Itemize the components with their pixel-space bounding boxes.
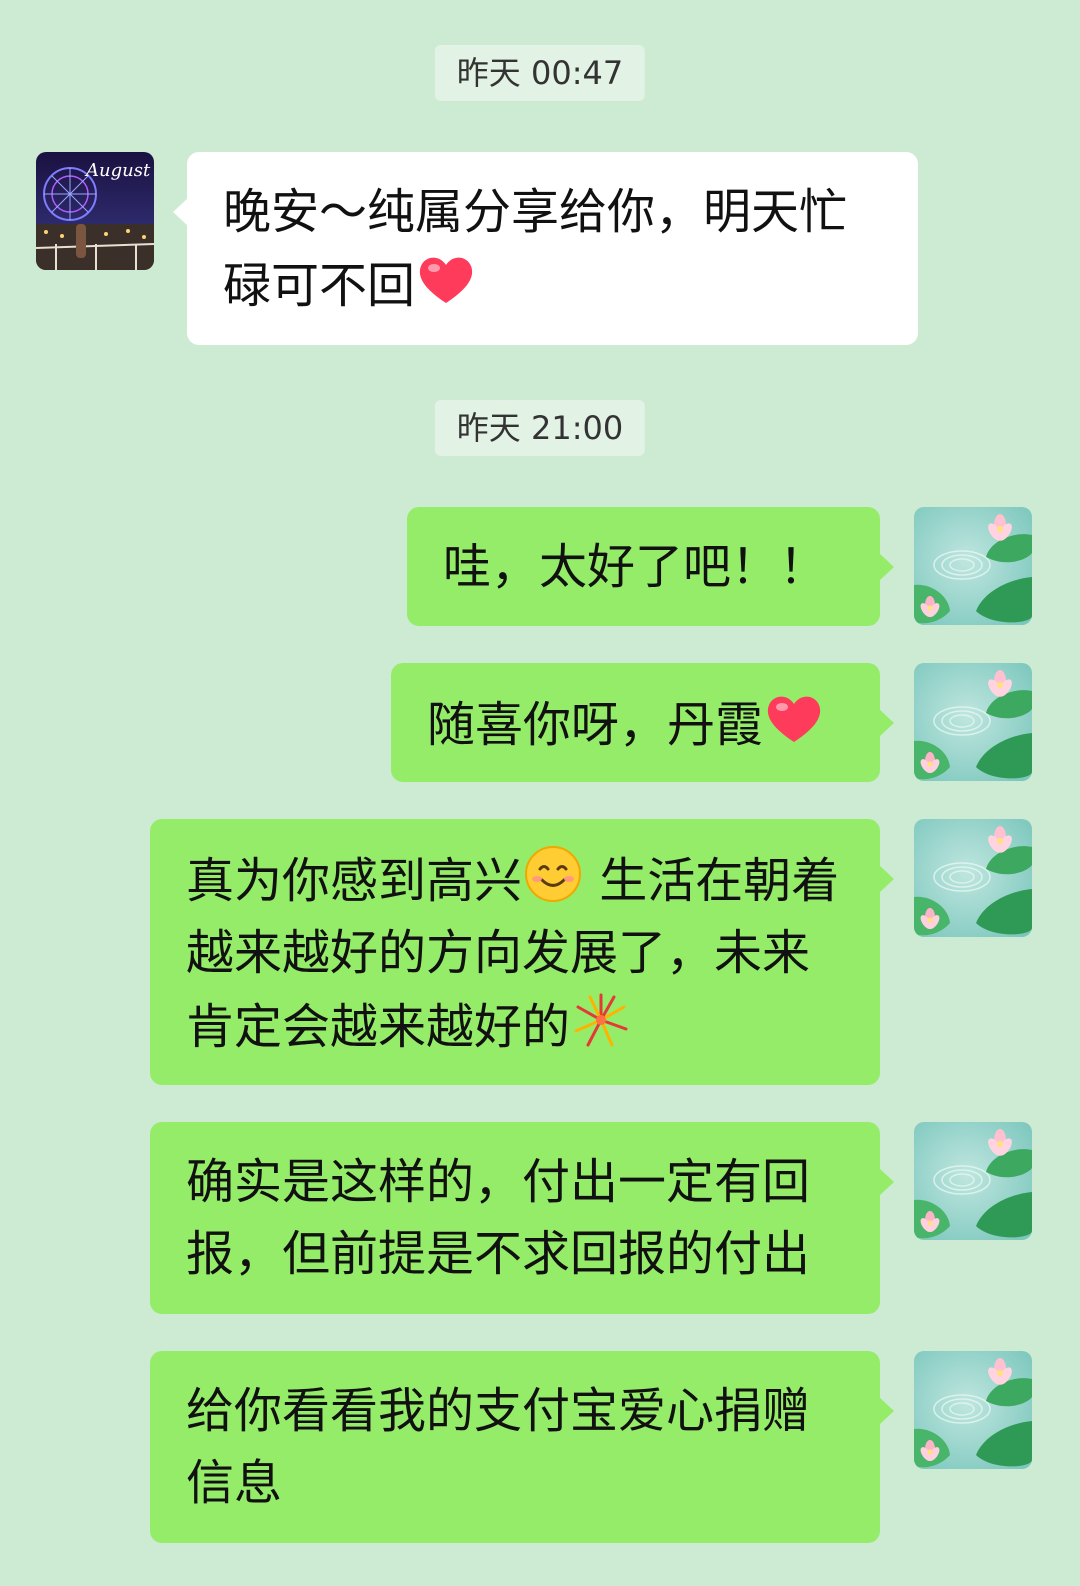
lotus-pond-avatar bbox=[914, 1122, 1032, 1240]
user-avatar[interactable] bbox=[914, 819, 1032, 937]
user-avatar[interactable] bbox=[914, 507, 1032, 625]
red-heart-icon bbox=[415, 248, 477, 310]
fireworks-icon bbox=[570, 989, 632, 1051]
outgoing-message-bubble[interactable]: 给你看看我的支付宝爱心捐赠信息 bbox=[150, 1351, 894, 1543]
message-text: 确实是这样的，付出一定有回报，但前提是不求回报的付出 bbox=[186, 1154, 811, 1282]
timestamp: 昨天 00:47 bbox=[434, 45, 646, 101]
timestamp: 昨天 21:00 bbox=[434, 400, 646, 456]
lotus-pond-avatar bbox=[914, 819, 1032, 937]
message-text: 随喜你呀，丹霞 bbox=[427, 697, 764, 753]
outgoing-message-bubble[interactable]: 确实是这样的，付出一定有回报，但前提是不求回报的付出 bbox=[150, 1122, 894, 1314]
smiling-face-icon bbox=[522, 843, 584, 905]
avatar-text: August bbox=[84, 160, 151, 181]
user-avatar[interactable] bbox=[914, 663, 1032, 781]
message-text: 哇，太好了吧！！ bbox=[443, 539, 828, 595]
message-text: 真为你感到高兴 bbox=[186, 853, 523, 909]
user-avatar[interactable] bbox=[914, 1122, 1032, 1240]
lotus-pond-avatar bbox=[914, 507, 1032, 625]
outgoing-message-bubble[interactable]: 哇，太好了吧！！ bbox=[407, 507, 894, 626]
contact-avatar[interactable]: August bbox=[36, 152, 154, 270]
outgoing-message-bubble[interactable]: 随喜你呀，丹霞 bbox=[391, 663, 894, 782]
lotus-pond-avatar bbox=[914, 663, 1032, 781]
message-text: 给你看看我的支付宝爱心捐赠信息 bbox=[186, 1383, 811, 1511]
lotus-pond-avatar bbox=[914, 1351, 1032, 1469]
incoming-message-bubble[interactable]: 晚安～纯属分享给你，明天忙碌可不回 bbox=[173, 152, 918, 345]
message-text: 晚安～纯属分享给你，明天忙碌可不回 bbox=[223, 184, 848, 314]
red-heart-icon bbox=[763, 687, 825, 749]
outgoing-message-bubble[interactable]: 真为你感到高兴 生活在朝着越来越好的方向发展了，未来肯定会越来越好的 bbox=[150, 819, 894, 1085]
august-ferris-wheel-avatar: August bbox=[36, 152, 154, 270]
user-avatar[interactable] bbox=[914, 1351, 1032, 1469]
